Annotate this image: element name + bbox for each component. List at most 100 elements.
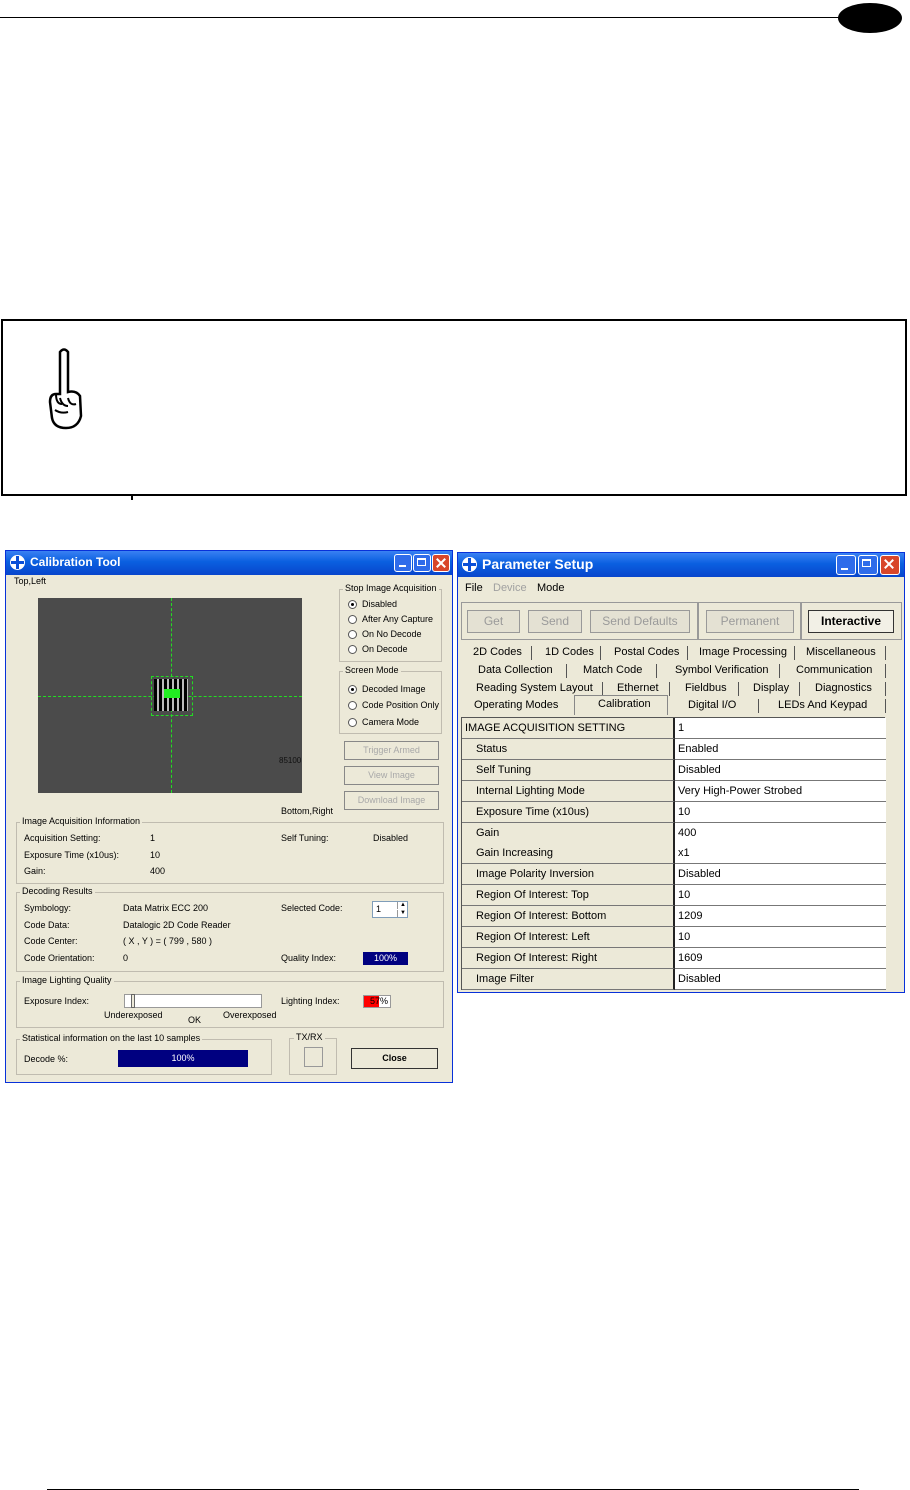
stop-radio-after-any[interactable] (348, 615, 357, 624)
download-image-button[interactable]: Download Image (344, 791, 439, 810)
grid-row-name[interactable]: Region Of Interest: Right (462, 948, 675, 969)
calibration-titlebar[interactable]: Calibration Tool (6, 551, 452, 575)
menu-mode[interactable]: Mode (537, 582, 565, 594)
tab-miscellaneous[interactable]: Miscellaneous (806, 646, 876, 658)
acq-info-title: Image Acquisition Information (20, 816, 143, 826)
minimize-button[interactable] (836, 555, 856, 575)
grid-row-name[interactable]: Gain Increasing (462, 843, 675, 864)
mode-radio-position[interactable] (348, 701, 357, 710)
selected-code-spinner[interactable]: 1 ▲ ▼ (372, 901, 408, 918)
menu-file[interactable]: File (465, 582, 483, 594)
tab-separator (758, 699, 759, 713)
minimize-button[interactable] (394, 554, 412, 572)
grid-row-value[interactable]: 1209 (675, 906, 886, 927)
tab-data-collection[interactable]: Data Collection (478, 664, 553, 676)
pointing-hand-icon (48, 348, 83, 430)
interactive-button[interactable]: Interactive (808, 610, 894, 633)
send-button[interactable]: Send (528, 610, 582, 633)
close-button[interactable]: Close (351, 1048, 438, 1069)
exposure-slider-thumb[interactable] (131, 994, 135, 1008)
tab-separator (885, 646, 886, 660)
code-center-marker (164, 689, 180, 698)
tab-symbol-verification[interactable]: Symbol Verification (675, 664, 769, 676)
tab-match-code[interactable]: Match Code (583, 664, 642, 676)
grid-row-name[interactable]: Self Tuning (462, 760, 675, 781)
tab-fieldbus[interactable]: Fieldbus (685, 682, 727, 694)
grid-row-value[interactable]: 10 (675, 885, 886, 906)
tab-strip: 2D Codes 1D Codes Postal Codes Image Pro… (461, 645, 899, 715)
close-window-button[interactable] (880, 555, 900, 575)
grid-row-value[interactable]: 1609 (675, 948, 886, 969)
grid-row-name[interactable]: Image Polarity Inversion (462, 864, 675, 885)
grid-row-name[interactable]: Status (462, 739, 675, 760)
tab-leds-keypad[interactable]: LEDs And Keypad (778, 699, 867, 711)
tab-image-processing[interactable]: Image Processing (699, 646, 787, 658)
maximize-button[interactable] (413, 554, 431, 572)
trigger-armed-button[interactable]: Trigger Armed (344, 741, 439, 760)
overexposed-label: Overexposed (223, 1010, 277, 1020)
tab-display[interactable]: Display (753, 682, 789, 694)
self-tuning-label: Self Tuning: (281, 833, 329, 843)
tab-reading-system-layout[interactable]: Reading System Layout (476, 682, 593, 694)
stop-option-label: After Any Capture (362, 614, 434, 624)
parameter-grid: IMAGE ACQUISITION SETTING 1 Status Enabl… (461, 717, 886, 990)
tab-calibration-active[interactable]: Calibration (574, 695, 668, 715)
get-button[interactable]: Get (467, 610, 520, 633)
grid-row-name[interactable]: IMAGE ACQUISITION SETTING (462, 718, 675, 739)
stop-radio-no-decode[interactable] (348, 630, 357, 639)
menu-device[interactable]: Device (493, 582, 527, 594)
grid-row-name[interactable]: Image Filter (462, 969, 675, 990)
tab-digital-io[interactable]: Digital I/O (688, 699, 736, 711)
grid-row-name[interactable]: Region Of Interest: Top (462, 885, 675, 906)
stop-radio-disabled[interactable] (348, 600, 357, 609)
tab-postal-codes[interactable]: Postal Codes (614, 646, 679, 658)
send-defaults-button[interactable]: Send Defaults (590, 610, 690, 633)
mode-option-label: Camera Mode (362, 717, 420, 727)
parameter-titlebar[interactable]: Parameter Setup (458, 553, 904, 577)
grid-row-name[interactable]: Region Of Interest: Left (462, 927, 675, 948)
tab-separator (656, 664, 657, 678)
grid-row-name[interactable]: Exposure Time (x10us) (462, 802, 675, 823)
maximize-button[interactable] (858, 555, 878, 575)
grid-row-value[interactable]: 10 (675, 927, 886, 948)
tab-separator (566, 664, 567, 678)
tab-separator (687, 646, 688, 660)
grid-row-value[interactable]: 400 (675, 823, 886, 844)
window-title: Calibration Tool (30, 555, 121, 569)
mode-radio-camera[interactable] (348, 718, 357, 727)
grid-row-value[interactable]: Enabled (675, 739, 886, 760)
spin-down-icon[interactable]: ▼ (397, 910, 408, 917)
grid-row-name[interactable]: Region Of Interest: Bottom (462, 906, 675, 927)
close-window-button[interactable] (432, 554, 450, 572)
grid-row-value[interactable]: 10 (675, 802, 886, 823)
camera-image[interactable]: 85100 (38, 598, 302, 793)
selected-code-label: Selected Code: (281, 903, 343, 913)
grid-row-value[interactable]: Disabled (675, 969, 886, 990)
mode-radio-decoded[interactable] (348, 685, 357, 694)
tab-communication[interactable]: Communication (796, 664, 872, 676)
tab-diagnostics[interactable]: Diagnostics (815, 682, 872, 694)
grid-row-name[interactable]: Internal Lighting Mode (462, 781, 675, 802)
tab-operating-modes[interactable]: Operating Modes (474, 699, 558, 711)
tab-1d-codes[interactable]: 1D Codes (545, 646, 594, 658)
grid-row-value[interactable]: x1 (675, 843, 886, 864)
grid-row-name[interactable]: Gain (462, 823, 675, 844)
grid-row-value[interactable]: Very High-Power Strobed (675, 781, 886, 802)
decoding-title: Decoding Results (20, 886, 95, 896)
grid-row-value[interactable]: Disabled (675, 864, 886, 885)
exposure-index-slider[interactable] (124, 994, 262, 1008)
view-image-button[interactable]: View Image (344, 766, 439, 785)
grid-row-value[interactable]: 1 (675, 718, 886, 739)
stop-radio-on-decode[interactable] (348, 645, 357, 654)
tab-2d-codes[interactable]: 2D Codes (473, 646, 522, 658)
grid-row-value[interactable]: Disabled (675, 760, 886, 781)
exposure-label: Exposure Time (x10us): (24, 850, 120, 860)
selected-code-value: 1 (376, 904, 382, 914)
spin-up-icon[interactable]: ▲ (397, 902, 408, 909)
tab-separator (885, 664, 886, 678)
page-header-rule (0, 17, 848, 18)
tab-ethernet[interactable]: Ethernet (617, 682, 659, 694)
permanent-button[interactable]: Permanent (706, 610, 794, 633)
tab-separator (602, 682, 603, 696)
tab-separator (531, 646, 532, 660)
